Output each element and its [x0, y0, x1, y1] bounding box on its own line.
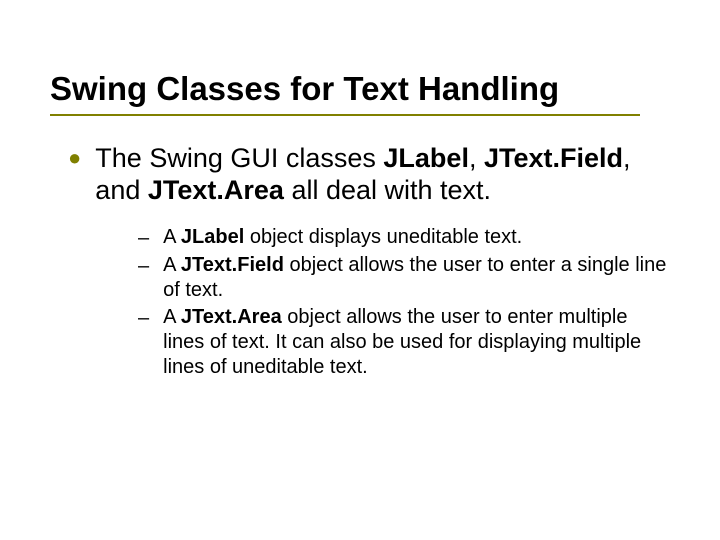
item-post: object displays uneditable text.: [244, 226, 522, 248]
item-class: JText.Field: [181, 254, 284, 276]
intro-mid1: ,: [469, 143, 484, 173]
item-class: JText.Area: [181, 306, 282, 328]
intro-bullet: ● The Swing GUI classes JLabel, JText.Fi…: [68, 142, 670, 207]
intro-text: The Swing GUI classes JLabel, JText.Fiel…: [95, 142, 670, 207]
dash-icon: –: [138, 305, 149, 331]
list-item: – A JText.Field object allows the user t…: [138, 253, 670, 303]
item-pre: A: [163, 306, 181, 328]
list-item: – A JLabel object displays uneditable te…: [138, 225, 670, 251]
list-item-text: A JText.Area object allows the user to e…: [163, 305, 670, 380]
title-underline: [50, 114, 640, 116]
list-item: – A JText.Area object allows the user to…: [138, 305, 670, 380]
list-item-text: A JLabel object displays uneditable text…: [163, 225, 522, 250]
list-item-text: A JText.Field object allows the user to …: [163, 253, 670, 303]
slide-title: Swing Classes for Text Handling: [50, 70, 670, 108]
item-pre: A: [163, 226, 181, 248]
sub-list: – A JLabel object displays uneditable te…: [68, 225, 670, 380]
intro-class-1: JLabel: [383, 143, 469, 173]
intro-class-2: JText.Field: [484, 143, 623, 173]
dash-icon: –: [138, 225, 149, 251]
dash-icon: –: [138, 253, 149, 279]
intro-class-3: JText.Area: [148, 175, 284, 205]
slide-body: ● The Swing GUI classes JLabel, JText.Fi…: [50, 142, 670, 380]
bullet-icon: ●: [68, 142, 81, 174]
intro-pre: The Swing GUI classes: [95, 143, 383, 173]
slide: Swing Classes for Text Handling ● The Sw…: [0, 0, 720, 540]
intro-post: all deal with text.: [284, 175, 491, 205]
item-class: JLabel: [181, 226, 244, 248]
item-pre: A: [163, 254, 181, 276]
